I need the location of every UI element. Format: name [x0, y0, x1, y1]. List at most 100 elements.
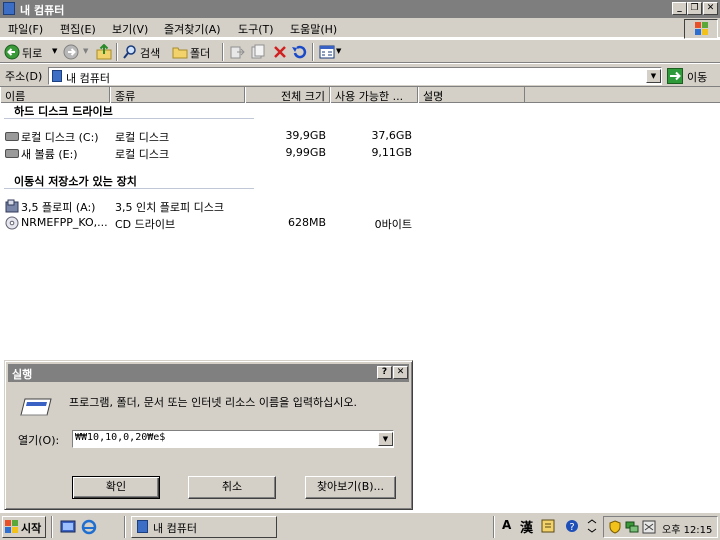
group-divider: [4, 118, 254, 119]
cancel-button[interactable]: 취소: [188, 476, 276, 499]
taskbar-separator: [493, 516, 495, 538]
item-name: 3,5 플로피 (A:): [21, 201, 96, 214]
forward-arrow-icon: [63, 44, 79, 60]
menu-bar: 파일(F) 편집(E) 보기(V) 즐겨찾기(A) 도구(T) 도움말(H): [0, 18, 720, 38]
item-name: NRMEFPP_KO,...: [21, 216, 108, 229]
item-free-space: 37,6GB: [371, 129, 412, 142]
window-title-bar[interactable]: 내 컴퓨터 _ ❐ ✕: [0, 0, 720, 18]
run-close-button[interactable]: ✕: [393, 366, 408, 379]
undo-icon[interactable]: [291, 44, 307, 60]
item-type: 로컬 디스크: [115, 148, 170, 161]
taskbar-item-my-computer[interactable]: 내 컴퓨터: [131, 516, 277, 538]
forward-button[interactable]: ▼: [62, 42, 92, 62]
copy-to-icon[interactable]: [250, 44, 266, 60]
back-arrow-icon: [4, 44, 20, 60]
toolbar-separator: [116, 43, 118, 61]
run-dialog-title-bar[interactable]: 실행 ? ✕: [8, 364, 409, 382]
search-button[interactable]: 검색: [121, 42, 167, 62]
up-folder-icon[interactable]: [96, 44, 112, 60]
delete-icon[interactable]: [272, 44, 288, 60]
hard-drive-icon: [5, 132, 19, 141]
go-arrow-icon: [667, 68, 683, 84]
group-divider: [4, 188, 254, 189]
ime-tray-icon[interactable]: [642, 520, 656, 534]
list-item[interactable]: 새 볼륨 (E:) 로컬 디스크 9,99GB 9,11GB: [0, 145, 430, 161]
folders-label: 폴더: [190, 47, 211, 60]
list-item[interactable]: NRMEFPP_KO,... CD 드라이브 628MB 0바이트: [0, 215, 430, 231]
internet-explorer-icon[interactable]: [81, 519, 97, 535]
network-icon[interactable]: [625, 520, 639, 534]
menu-edit[interactable]: 편집(E): [60, 21, 96, 37]
window-title: 내 컴퓨터: [20, 4, 65, 17]
windows-logo: [684, 19, 718, 39]
column-header-type[interactable]: 종류: [110, 87, 245, 103]
ok-button[interactable]: 확인: [72, 476, 160, 499]
views-button[interactable]: ▼: [318, 42, 344, 62]
show-desktop-icon[interactable]: [60, 519, 76, 535]
windows-flag-icon: [695, 22, 708, 35]
menu-tools[interactable]: 도구(T): [238, 21, 274, 37]
address-label: 주소(D): [5, 70, 43, 83]
folders-button[interactable]: 폴더: [171, 42, 217, 62]
views-dropdown-icon: ▼: [336, 47, 342, 55]
security-shield-icon[interactable]: [608, 520, 622, 534]
item-name: 새 볼륨 (E:): [21, 148, 78, 161]
ime-hanja-indicator[interactable]: 漢: [520, 517, 533, 536]
list-header: 이름 종류 전체 크기 사용 가능한 ... 설명: [0, 87, 720, 103]
item-total-size: 9,99GB: [285, 146, 326, 159]
hard-drive-icon: [5, 149, 19, 158]
menu-view[interactable]: 보기(V): [112, 21, 148, 37]
menu-file[interactable]: 파일(F): [8, 21, 43, 37]
ime-pad-icon[interactable]: [540, 518, 556, 534]
address-field[interactable]: 내 컴퓨터 ▼: [48, 67, 662, 85]
go-label: 이동: [687, 71, 708, 84]
taskbar-separator: [51, 516, 53, 538]
close-button[interactable]: ✕: [703, 2, 718, 15]
run-command-value: ₩₩10,10,0,20₩e$: [75, 432, 166, 443]
clock[interactable]: 오후 12:15: [662, 521, 712, 536]
menu-favorites[interactable]: 즐겨찾기(A): [164, 21, 221, 37]
help-button[interactable]: ?: [377, 366, 392, 379]
ime-mode-indicator[interactable]: A: [502, 518, 511, 532]
back-dropdown-icon[interactable]: ▼: [52, 47, 57, 55]
floppy-drive-icon: [5, 199, 19, 213]
item-free-space: 9,11GB: [371, 146, 412, 159]
item-name: 로컬 디스크 (C:): [21, 131, 99, 144]
taskbar: 시작 내 컴퓨터 A 漢 ? 오후 12:15: [0, 512, 720, 540]
address-dropdown-button[interactable]: ▼: [646, 69, 661, 83]
go-button[interactable]: 이동: [666, 67, 716, 85]
taskbar-separator: [124, 516, 126, 538]
run-dialog: 실행 ? ✕ 프로그램, 폴더, 문서 또는 인터넷 리소스 이름을 입력하십시…: [4, 360, 413, 510]
column-header-free-space[interactable]: 사용 가능한 ...: [330, 87, 418, 103]
forward-dropdown-icon[interactable]: ▼: [83, 47, 88, 55]
ime-options-icon[interactable]: [586, 518, 598, 534]
minimize-button[interactable]: _: [672, 2, 687, 15]
taskbar-item-label: 내 컴퓨터: [153, 522, 197, 535]
folder-icon: [172, 47, 188, 59]
move-to-icon[interactable]: [229, 44, 245, 60]
toolbar: 뒤로 ▼ ▼ 검색 폴더 ▼: [0, 39, 720, 63]
restore-button[interactable]: ❐: [687, 2, 702, 15]
back-button[interactable]: 뒤로 ▼: [3, 42, 59, 62]
list-item[interactable]: 3,5 플로피 (A:) 3,5 인치 플로피 디스크: [0, 198, 430, 214]
search-label: 검색: [140, 47, 161, 60]
open-label: 열기(O):: [18, 434, 60, 447]
svg-text:?: ?: [569, 522, 574, 533]
start-button[interactable]: 시작: [2, 516, 46, 538]
address-value: 내 컴퓨터: [66, 72, 110, 85]
column-header-name[interactable]: 이름: [0, 87, 110, 103]
computer-icon: [52, 70, 62, 82]
item-total-size: 628MB: [287, 216, 326, 229]
run-history-dropdown[interactable]: ▼: [378, 432, 393, 446]
list-item[interactable]: 로컬 디스크 (C:) 로컬 디스크 39,9GB 37,6GB: [0, 128, 430, 144]
browse-button[interactable]: 찾아보기(B)...: [305, 476, 396, 499]
start-label: 시작: [21, 522, 42, 535]
item-type: CD 드라이브: [115, 218, 176, 231]
help-icon[interactable]: ?: [565, 519, 579, 533]
menu-help[interactable]: 도움말(H): [290, 21, 337, 37]
run-dialog-title: 실행: [12, 368, 33, 381]
run-command-input[interactable]: ₩₩10,10,0,20₩e$ ▼: [72, 430, 394, 448]
item-total-size: 39,9GB: [285, 129, 326, 142]
column-header-total-size[interactable]: 전체 크기: [245, 87, 330, 103]
column-header-description[interactable]: 설명: [418, 87, 525, 103]
